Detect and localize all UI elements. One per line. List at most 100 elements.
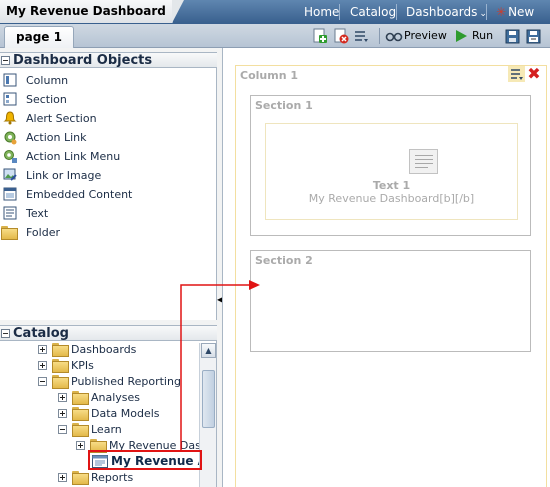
tree-item-label: Analyses [91, 390, 141, 404]
object-label: Text [26, 206, 49, 220]
folder-icon [72, 407, 89, 421]
object-label: Section [26, 92, 67, 106]
expand-icon[interactable] [38, 344, 47, 354]
add-page-icon[interactable] [311, 27, 329, 45]
run-icon[interactable] [452, 27, 470, 45]
object-action-link[interactable]: Action Link [2, 128, 214, 146]
collapse-icon[interactable] [1, 56, 10, 65]
tree-item[interactable]: Dashboards [38, 341, 136, 357]
folder-icon [72, 471, 89, 485]
object-alert-section[interactable]: Alert Section [2, 109, 214, 127]
object-label: Column [26, 73, 69, 87]
dashboard-objects-header[interactable]: Dashboard Objects [0, 52, 217, 68]
text-object[interactable]: Text 1 My Revenue Dashboard[b][/b] [265, 123, 518, 220]
editor-toolbar: page 1 Preview Run [0, 24, 550, 48]
column-properties-icon[interactable] [508, 66, 525, 82]
object-action-link-menu[interactable]: Action Link Menu [2, 147, 214, 165]
global-header: My Revenue Dashboard Home Catalog Dashbo… [0, 0, 550, 24]
text-icon [2, 205, 18, 221]
collapse-icon[interactable] [58, 424, 67, 434]
delete-page-icon[interactable] [332, 27, 350, 45]
folder-icon [52, 375, 69, 389]
object-folder[interactable]: Folder [0, 223, 214, 241]
run-button[interactable]: Run [472, 26, 493, 46]
expand-icon[interactable] [58, 472, 67, 482]
tree-item[interactable]: KPIs [38, 357, 94, 373]
nav-dashboards-label: Dashboards [406, 5, 478, 19]
text-line [415, 167, 428, 168]
object-embedded-content[interactable]: Embedded Content [2, 185, 214, 203]
embedded-content-icon [2, 186, 18, 202]
collapse-icon[interactable] [1, 329, 10, 338]
selection-highlight [88, 450, 202, 470]
expand-icon[interactable] [58, 408, 67, 418]
object-column[interactable]: Column [2, 71, 214, 89]
section-icon [2, 91, 18, 107]
section-2[interactable]: Section 2 [250, 250, 531, 352]
tree-item[interactable]: Data Models [58, 405, 160, 421]
expand-icon[interactable] [58, 392, 67, 402]
nav-catalog-link[interactable]: Catalog [350, 0, 396, 24]
object-label: Folder [26, 225, 60, 239]
section-label: Section 2 [255, 254, 313, 267]
save-as-icon[interactable] [524, 27, 542, 45]
link-image-icon [2, 167, 18, 183]
object-link-or-image[interactable]: Link or Image [2, 166, 214, 184]
text-object-content: My Revenue Dashboard[b][/b] [308, 192, 475, 205]
action-link-menu-icon [2, 148, 18, 164]
text-icon [409, 149, 438, 174]
nav-separator [396, 4, 397, 20]
dashboard-objects-title: Dashboard Objects [13, 53, 153, 68]
object-label: Alert Section [26, 111, 97, 125]
object-label: Embedded Content [26, 187, 133, 201]
tree-item-label: Data Models [91, 406, 160, 420]
preview-button[interactable]: Preview [404, 26, 447, 46]
tree-item[interactable]: Learn [58, 421, 122, 437]
delete-icon[interactable]: ✖ [526, 66, 542, 82]
page-options-icon[interactable] [352, 27, 370, 45]
object-label: Action Link [26, 130, 87, 144]
nav-new-label: New [508, 5, 535, 19]
save-icon[interactable] [503, 27, 521, 45]
nav-new-menu[interactable]: ✳ New [496, 0, 534, 24]
scroll-thumb[interactable] [202, 370, 215, 428]
dashboard-folder-icon [52, 343, 69, 357]
expand-icon[interactable] [38, 360, 47, 370]
folder-icon [52, 359, 69, 373]
section-1[interactable]: Section 1 Text 1 My Revenue Dashboard[b]… [250, 95, 531, 236]
nav-dashboards-menu[interactable]: Dashboards ⌄ [406, 0, 487, 24]
tree-item-label: Published Reporting [71, 374, 181, 388]
column-icon [2, 72, 18, 88]
nav-separator [339, 4, 340, 20]
object-text[interactable]: Text [2, 204, 214, 222]
column-label: Column 1 [240, 69, 299, 82]
expand-icon[interactable] [76, 440, 85, 450]
scroll-up-icon[interactable]: ▲ [201, 343, 216, 358]
tree-item[interactable]: Analyses [58, 389, 140, 405]
catalog-header[interactable]: Catalog [0, 325, 217, 341]
text-line [415, 159, 433, 160]
catalog-title: Catalog [13, 326, 69, 341]
dashboard-title: My Revenue Dashboard [0, 0, 184, 23]
folder-icon [72, 391, 89, 405]
bell-icon [2, 110, 18, 126]
tree-item[interactable]: Published Reporting [38, 373, 181, 389]
tree-item-label: Learn [91, 422, 122, 436]
folder-icon [72, 423, 89, 437]
preview-icon[interactable] [385, 27, 403, 45]
text-line [415, 163, 433, 164]
object-section[interactable]: Section [2, 90, 214, 108]
nav-home-link[interactable]: Home [304, 0, 339, 24]
text-object-title: Text 1 [372, 179, 411, 192]
collapse-icon[interactable] [38, 376, 47, 386]
section-label: Section 1 [255, 99, 313, 112]
text-line [415, 155, 433, 156]
toolbar-separator [379, 28, 380, 44]
tree-item-label: KPIs [71, 358, 94, 372]
tree-item[interactable]: Reports [58, 469, 133, 485]
tab-page-1[interactable]: page 1 [4, 26, 74, 48]
action-link-icon [2, 129, 18, 145]
object-label: Action Link Menu [26, 149, 121, 163]
new-star-icon: ✳ [496, 5, 507, 19]
tree-item-label: Dashboards [71, 342, 137, 356]
